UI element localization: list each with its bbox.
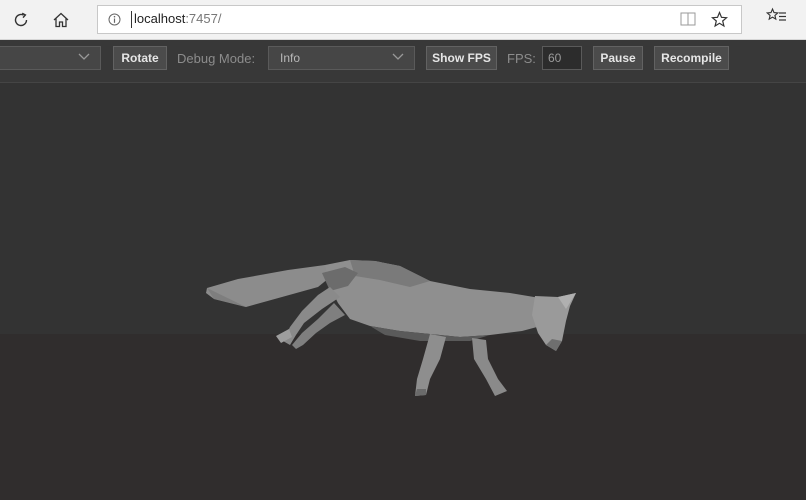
url-port: :7457/	[185, 11, 222, 26]
render-viewport[interactable]	[0, 83, 806, 500]
chevron-down-icon	[392, 53, 404, 60]
rotate-button[interactable]: Rotate	[113, 46, 167, 70]
refresh-icon	[14, 12, 28, 27]
favorites-button[interactable]	[765, 7, 788, 30]
star-icon	[710, 10, 729, 28]
info-icon	[108, 13, 121, 26]
text-cursor	[131, 11, 132, 28]
favorites-list-icon	[765, 7, 786, 21]
reading-view-button[interactable]	[680, 12, 696, 31]
animation-select[interactable]	[0, 46, 101, 70]
running-fox-model	[206, 260, 576, 396]
recompile-button-label: Recompile	[661, 51, 722, 65]
debug-mode-label: Debug Mode:	[177, 51, 256, 66]
home-button[interactable]	[47, 6, 75, 34]
scene-canvas	[206, 260, 576, 396]
show-fps-button[interactable]: Show FPS	[426, 46, 497, 70]
browser-toolbar: localhost:7457/	[0, 0, 806, 40]
home-icon	[53, 12, 69, 28]
app-toolbar: Rotate Debug Mode: Info Show FPS FPS: Pa…	[0, 40, 806, 83]
fps-label: FPS:	[507, 51, 536, 66]
add-favorite-button[interactable]	[710, 10, 729, 33]
debug-mode-value: Info	[280, 51, 301, 65]
pause-button-label: Pause	[600, 51, 636, 65]
chevron-down-icon	[78, 53, 90, 60]
recompile-button[interactable]: Recompile	[654, 46, 729, 70]
fps-input[interactable]	[542, 46, 582, 70]
site-info-button[interactable]	[108, 13, 121, 31]
debug-mode-select[interactable]: Info	[268, 46, 415, 70]
show-fps-button-label: Show FPS	[432, 51, 491, 65]
pause-button[interactable]: Pause	[593, 46, 643, 70]
url-host: localhost	[134, 11, 186, 26]
refresh-button[interactable]	[7, 6, 35, 34]
reading-view-icon	[680, 12, 696, 26]
url-text[interactable]: localhost:7457/	[134, 11, 221, 26]
address-bar[interactable]: localhost:7457/	[97, 5, 742, 34]
rotate-button-label: Rotate	[121, 51, 159, 65]
